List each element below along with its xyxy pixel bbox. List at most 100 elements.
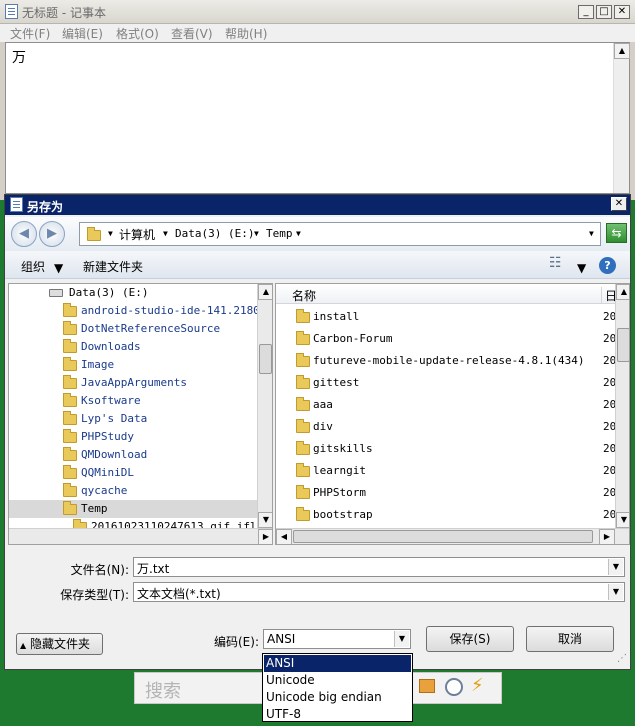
list-item[interactable]: Carbon-Forum 20 <box>276 328 616 350</box>
scroll-up-icon[interactable]: ▲ <box>258 284 272 300</box>
tree-item[interactable]: Ksoftware <box>9 392 258 410</box>
tree-item[interactable]: Image <box>9 356 258 374</box>
lightning-icon[interactable]: ⚡ <box>471 675 484 696</box>
cancel-button[interactable]: 取消 <box>526 626 614 652</box>
tree-vertical-scrollbar[interactable]: ▲ ▼ <box>257 284 272 528</box>
tree-item[interactable]: QMDownload <box>9 446 258 464</box>
folder-icon <box>296 397 310 411</box>
notepad-editor[interactable]: 万 ▲ <box>5 42 630 194</box>
scroll-left-icon[interactable]: ◀ <box>276 529 292 544</box>
list-item[interactable]: gittest 20 <box>276 372 616 394</box>
tree-item-drive[interactable]: Data(3) (E:) <box>9 284 258 302</box>
breadcrumb-drive[interactable]: Data(3) (E:) <box>175 227 254 240</box>
folder-icon <box>63 465 77 479</box>
menu-file[interactable]: 文件(F) <box>10 25 50 42</box>
encoding-option-unicode[interactable]: Unicode <box>264 672 411 689</box>
tree-item[interactable]: DotNetReferenceSource <box>9 320 258 338</box>
new-folder-button[interactable]: 新建文件夹 <box>83 258 143 275</box>
help-icon[interactable]: ? <box>599 257 616 274</box>
chevron-down-icon[interactable]: ▼ <box>163 229 168 238</box>
notepad-window: 无标题 - 记事本 _ □ ✕ 文件(F) 编辑(E) 格式(O) 查看(V) … <box>0 0 635 200</box>
encoding-select[interactable]: ANSI ▼ <box>263 629 411 649</box>
navigation-tree: Data(3) (E:) android-studio-ide-141.2180… <box>8 283 273 545</box>
dialog-close-button[interactable]: ✕ <box>611 197 627 211</box>
menu-format[interactable]: 格式(O) <box>116 25 159 42</box>
address-dropdown-icon[interactable]: ▼ <box>589 229 594 238</box>
tree-horizontal-scrollbar[interactable]: ▶ <box>9 528 272 544</box>
back-arrow-icon[interactable]: ◀ <box>11 221 37 247</box>
scroll-down-icon[interactable]: ▼ <box>258 512 272 528</box>
folder-icon <box>63 483 77 497</box>
filetype-select[interactable]: 文本文档(*.txt) ▼ <box>133 582 625 602</box>
close-button[interactable]: ✕ <box>614 5 630 19</box>
chevron-down-icon[interactable]: ▼ <box>54 261 63 275</box>
menu-help[interactable]: 帮助(H) <box>225 25 267 42</box>
chevron-down-icon[interactable]: ▼ <box>608 584 623 600</box>
tree-item[interactable]: qycache <box>9 482 258 500</box>
scroll-thumb[interactable] <box>293 530 593 543</box>
scroll-thumb[interactable] <box>617 328 629 362</box>
chevron-down-icon[interactable]: ▼ <box>254 229 259 238</box>
maximize-button[interactable]: □ <box>596 5 612 19</box>
scroll-up-icon[interactable]: ▲ <box>616 284 629 300</box>
refresh-icon[interactable]: ⇆ <box>606 223 627 243</box>
resize-grip-icon[interactable]: ⋰ <box>617 653 627 664</box>
folder-icon <box>296 419 310 433</box>
hide-folders-button[interactable]: ▲ 隐藏文件夹 <box>16 633 103 655</box>
encoding-option-unicode-big-endian[interactable]: Unicode big endian <box>264 689 411 706</box>
list-item[interactable]: aaa 20 <box>276 394 616 416</box>
list-item[interactable]: bootstrap 20 <box>276 504 616 526</box>
chevron-down-icon[interactable]: ▼ <box>296 229 301 238</box>
organize-button[interactable]: 组织 <box>21 258 45 275</box>
list-item[interactable]: div 20 <box>276 416 616 438</box>
scroll-right-icon[interactable]: ▶ <box>599 529 615 544</box>
list-item[interactable]: learngit 20 <box>276 460 616 482</box>
chevron-down-icon[interactable]: ▼ <box>577 261 586 275</box>
scroll-thumb[interactable] <box>259 344 272 374</box>
breadcrumb-temp[interactable]: Temp <box>266 227 293 240</box>
tree-item[interactable]: Lyp's Data <box>9 410 258 428</box>
tree-item[interactable]: PHPStudy <box>9 428 258 446</box>
list-item[interactable]: PHPStorm 20 <box>276 482 616 504</box>
editor-scrollbar[interactable]: ▲ <box>613 43 630 193</box>
filename-label: 文件名(N): <box>70 563 129 577</box>
forward-arrow-icon[interactable]: ▶ <box>39 221 65 247</box>
folder-icon <box>87 227 101 241</box>
scroll-down-icon[interactable]: ▼ <box>616 512 629 528</box>
list-vertical-scrollbar[interactable]: ▲ ▼ <box>615 284 629 528</box>
minimize-button[interactable]: _ <box>578 5 594 19</box>
folder-icon <box>296 309 310 323</box>
list-item[interactable]: gitskills 20 <box>276 438 616 460</box>
chevron-down-icon[interactable]: ▼ <box>108 229 113 238</box>
taskbar-icons: ⚡ <box>412 672 502 704</box>
menu-view[interactable]: 查看(V) <box>171 25 213 42</box>
tree-item-selected[interactable]: Temp <box>9 500 258 518</box>
list-horizontal-scrollbar[interactable]: ◀ ▶ <box>276 528 629 544</box>
encoding-option-utf8[interactable]: UTF-8 <box>264 706 411 723</box>
view-options-icon[interactable]: ☷ <box>549 255 562 271</box>
tree-item[interactable]: android-studio-ide-141.2180789 <box>9 302 258 320</box>
chevron-down-icon[interactable]: ▼ <box>394 631 409 647</box>
list-item[interactable]: install 20 <box>276 306 616 328</box>
tree-item[interactable]: QQMiniDL <box>9 464 258 482</box>
tree-item[interactable]: JavaAppArguments <box>9 374 258 392</box>
clock-icon[interactable] <box>445 678 463 696</box>
folder-icon <box>63 375 77 389</box>
menu-edit[interactable]: 编辑(E) <box>62 25 103 42</box>
save-button[interactable]: 保存(S) <box>426 626 514 652</box>
address-bar[interactable]: ▼ 计算机 ▼ Data(3) (E:) ▼ Temp ▼ ▼ <box>79 222 601 246</box>
encoding-value: ANSI <box>267 632 296 646</box>
folder-icon <box>63 357 77 371</box>
list-item[interactable]: futureve-mobile-update-release-4.8.1(434… <box>276 350 616 372</box>
folder-icon <box>63 429 77 443</box>
tree-item[interactable]: Downloads <box>9 338 258 356</box>
chevron-down-icon[interactable]: ▼ <box>608 559 623 575</box>
folder-icon[interactable] <box>419 679 435 693</box>
encoding-option-ansi[interactable]: ANSI <box>264 655 411 672</box>
scroll-up-icon[interactable]: ▲ <box>614 43 630 59</box>
column-name[interactable]: 名称 <box>292 287 316 304</box>
scroll-right-icon[interactable]: ▶ <box>258 529 272 544</box>
breadcrumb-computer[interactable]: 计算机 <box>119 226 155 243</box>
filename-input[interactable]: 万.txt ▼ <box>133 557 625 577</box>
folder-icon <box>63 303 77 317</box>
